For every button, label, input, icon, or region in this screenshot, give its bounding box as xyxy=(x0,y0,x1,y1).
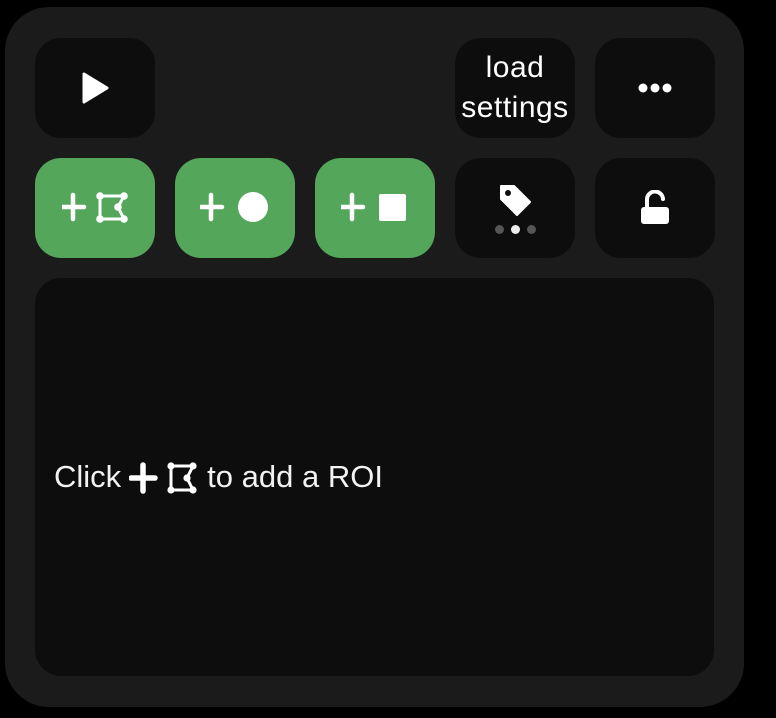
add-rectangle-roi-icon xyxy=(341,192,406,222)
add-polygon-roi-icon xyxy=(62,192,128,223)
lock-toggle-button[interactable] xyxy=(595,158,715,258)
hint-prefix: Click xyxy=(54,459,122,494)
load-settings-label: load settings xyxy=(461,51,569,124)
page-dot-active xyxy=(510,224,520,234)
unlocked-lock-icon xyxy=(641,190,669,224)
play-button[interactable] xyxy=(35,38,155,138)
page-dot xyxy=(526,224,536,234)
tag-button[interactable] xyxy=(455,158,575,258)
empty-roi-hint: Click to add a ROI xyxy=(54,457,383,497)
more-options-button[interactable] xyxy=(595,38,715,138)
play-icon xyxy=(82,72,109,104)
add-polygon-roi-icon xyxy=(129,462,197,494)
load-settings-button[interactable]: load settings xyxy=(455,38,575,138)
tag-icon xyxy=(500,184,531,216)
add-polygon-roi-button[interactable] xyxy=(35,158,155,258)
tag-page-indicator xyxy=(494,224,536,234)
add-ellipse-roi-button[interactable] xyxy=(175,158,295,258)
page-dot xyxy=(494,224,504,234)
add-ellipse-roi-icon xyxy=(200,192,268,222)
more-horizontal-icon xyxy=(638,83,672,93)
hint-suffix: to add a ROI xyxy=(207,459,383,494)
add-rectangle-roi-button[interactable] xyxy=(315,158,435,258)
